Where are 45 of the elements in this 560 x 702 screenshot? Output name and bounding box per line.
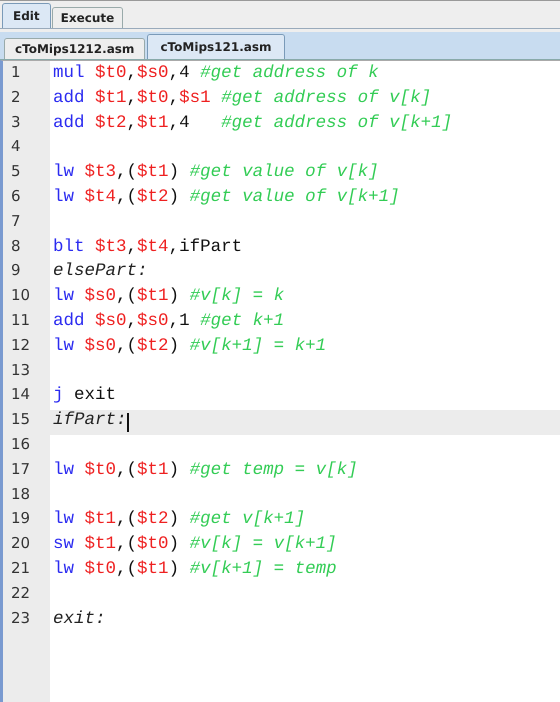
line-number: 22 bbox=[11, 584, 30, 604]
code-line: lw $s0,($t2) #v[k+1] = k+1 bbox=[52, 336, 326, 358]
code-line: add $t1,$t0,$s1 #get address of v[k] bbox=[52, 88, 432, 110]
line-number: 19 bbox=[11, 509, 30, 530]
line-number: 23 bbox=[11, 608, 30, 629]
line-number: 10 bbox=[11, 286, 30, 306]
code-line: add $s0,$s0,1 #get k+1 bbox=[52, 310, 284, 333]
mode-tab[interactable]: Execute bbox=[52, 7, 124, 28]
line-number: 3 bbox=[11, 112, 21, 133]
line-number: 12 bbox=[11, 336, 30, 356]
code-line: exit: bbox=[52, 608, 106, 631]
line-number: 8 bbox=[11, 236, 21, 257]
code-line: elsePart: bbox=[52, 261, 148, 284]
code-line: mul $t0,$s0,4 #get address of k bbox=[52, 63, 379, 85]
text-cursor-icon bbox=[126, 413, 129, 432]
line-number: 16 bbox=[11, 434, 30, 455]
line-number: 20 bbox=[11, 534, 30, 554]
code-line: ifPart: bbox=[52, 410, 127, 432]
line-number: 1 bbox=[11, 63, 21, 83]
code-line: blt $t3,$t4,ifPart bbox=[52, 236, 242, 259]
line-number: 6 bbox=[11, 186, 21, 207]
line-number: 5 bbox=[11, 162, 21, 182]
line-number: 18 bbox=[11, 484, 30, 505]
code-line: lw $t0,($t1) #v[k+1] = temp bbox=[52, 558, 337, 581]
line-number: 9 bbox=[11, 261, 21, 282]
code-line: add $t2,$t1,4 #get address of v[k+1] bbox=[52, 112, 452, 135]
file-tab[interactable]: cToMips121.asm bbox=[147, 34, 285, 59]
code-line: sw $t1,($t0) #v[k] = v[k+1] bbox=[52, 534, 337, 556]
code-line: lw $t1,($t2) #get v[k+1] bbox=[52, 509, 306, 532]
line-number: 4 bbox=[11, 137, 21, 158]
code-line: lw $t4,($t2) #get value of v[k+1] bbox=[52, 186, 400, 209]
line-number: 15 bbox=[11, 410, 30, 430]
line-number: 2 bbox=[11, 88, 21, 108]
line-number: 14 bbox=[11, 385, 30, 406]
line-number: 11 bbox=[11, 310, 30, 331]
code-line: lw $t3,($t1) #get value of v[k] bbox=[52, 162, 379, 184]
file-tab[interactable]: cToMips1212.asm bbox=[4, 38, 146, 59]
code-line: j exit bbox=[52, 385, 116, 408]
line-number: 21 bbox=[11, 558, 30, 579]
line-number: 7 bbox=[11, 212, 21, 232]
mode-tab[interactable]: Edit bbox=[2, 3, 51, 28]
line-number: 17 bbox=[11, 460, 30, 480]
code-line: lw $t0,($t1) #get temp = v[k] bbox=[52, 460, 358, 482]
code-line: lw $s0,($t1) #v[k] = k bbox=[52, 286, 284, 308]
line-number: 13 bbox=[11, 360, 30, 381]
